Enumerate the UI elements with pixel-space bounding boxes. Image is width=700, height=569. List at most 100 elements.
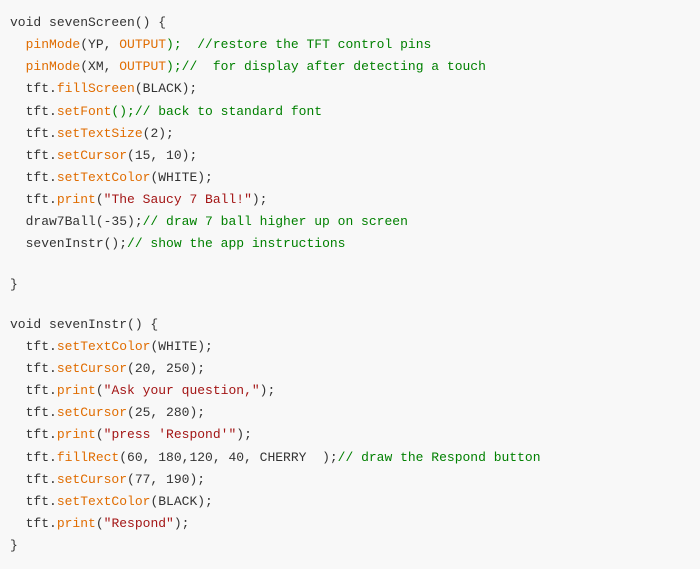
code-line: tft.print("Respond"); — [0, 513, 700, 535]
comment-token: // draw 7 ball higher up on screen — [143, 214, 408, 229]
code-line: tft.setCursor(77, 190); — [0, 469, 700, 491]
code-line: void sevenInstr() { — [0, 314, 700, 336]
plain-token: ); — [174, 516, 190, 531]
plain-token: } — [10, 538, 18, 553]
string-token: "Respond" — [104, 516, 174, 531]
plain-token: (60, 180,120, 40, CHERRY ); — [119, 450, 337, 465]
plain-token: tft. — [10, 405, 57, 420]
code-line: tft.setTextColor(WHITE); — [0, 336, 700, 358]
fn-name-token: sevenScreen — [49, 15, 135, 30]
method-token: setCursor — [57, 361, 127, 376]
plain-token: (77, 190); — [127, 472, 205, 487]
plain-token: tft. — [10, 516, 57, 531]
method-token: setTextSize — [57, 126, 143, 141]
method-token: print — [57, 516, 96, 531]
blank-line — [0, 296, 700, 314]
method-token: setCursor — [57, 405, 127, 420]
plain-token: (WHITE); — [150, 339, 212, 354]
plain-token — [10, 37, 26, 52]
plain-token: tft. — [10, 427, 57, 442]
plain-token: tft. — [10, 192, 57, 207]
method-token: setFont — [57, 104, 112, 119]
method-token: setCursor — [57, 148, 127, 163]
plain-token: tft. — [10, 148, 57, 163]
method-token: fillRect — [57, 450, 119, 465]
plain-token: draw7Ball(-35); — [10, 214, 143, 229]
method-token: fillScreen — [57, 81, 135, 96]
code-line: tft.setCursor(20, 250); — [0, 358, 700, 380]
plain-token: tft. — [10, 170, 57, 185]
blank-line — [0, 256, 700, 274]
code-line: pinMode(YP, OUTPUT); //restore the TFT c… — [0, 34, 700, 56]
plain-token: tft. — [10, 361, 57, 376]
code-line: tft.print("The Saucy 7 Ball!"); — [0, 189, 700, 211]
plain-token: () { — [135, 15, 166, 30]
kw-token: void — [10, 15, 49, 30]
plain-token: tft. — [10, 450, 57, 465]
method-token: setTextColor — [57, 339, 151, 354]
comment-token: // draw the Respond button — [338, 450, 541, 465]
plain-token: tft. — [10, 339, 57, 354]
code-line: tft.setTextSize(2); — [0, 123, 700, 145]
code-line: tft.fillRect(60, 180,120, 40, CHERRY );/… — [0, 447, 700, 469]
method-token: pinMode — [26, 37, 81, 52]
kw-token: void — [10, 317, 49, 332]
code-line: void sevenScreen() { — [0, 12, 700, 34]
string-token: "The Saucy 7 Ball!" — [104, 192, 252, 207]
comment-token: ); //restore the TFT control pins — [166, 37, 431, 52]
plain-token: (25, 280); — [127, 405, 205, 420]
plain-token: ); — [236, 427, 252, 442]
fn-name-token: sevenInstr — [49, 317, 127, 332]
plain-token: ( — [96, 427, 104, 442]
code-line: } — [0, 274, 700, 296]
code-block: void sevenScreen() { pinMode(YP, OUTPUT)… — [0, 10, 700, 559]
method-token: setTextColor — [57, 494, 151, 509]
plain-token: (2); — [143, 126, 174, 141]
comment-token: );// for display after detecting a touch — [166, 59, 486, 74]
code-editor: void sevenScreen() { pinMode(YP, OUTPUT)… — [0, 0, 700, 569]
comment-token: // show the app instructions — [127, 236, 345, 251]
plain-token: ); — [260, 383, 276, 398]
plain-token: tft. — [10, 104, 57, 119]
code-line: tft.setTextColor(BLACK); — [0, 491, 700, 513]
method-token: print — [57, 192, 96, 207]
method-token: setCursor — [57, 472, 127, 487]
code-line: draw7Ball(-35);// draw 7 ball higher up … — [0, 211, 700, 233]
plain-token: ); — [252, 192, 268, 207]
plain-token: (XM, — [80, 59, 119, 74]
method-token: print — [57, 383, 96, 398]
code-line: tft.setCursor(25, 280); — [0, 402, 700, 424]
code-line: tft.fillScreen(BLACK); — [0, 78, 700, 100]
plain-token: (BLACK); — [150, 494, 212, 509]
string-token: "press 'Respond'" — [104, 427, 237, 442]
method-token: pinMode — [26, 59, 81, 74]
plain-token: ( — [96, 192, 104, 207]
plain-token: (BLACK); — [135, 81, 197, 96]
plain-token: (WHITE); — [150, 170, 212, 185]
param-token: OUTPUT — [119, 37, 166, 52]
plain-token: tft. — [10, 126, 57, 141]
plain-token: ( — [96, 383, 104, 398]
string-token: "Ask your question," — [104, 383, 260, 398]
code-line: } — [0, 535, 700, 557]
plain-token: tft. — [10, 472, 57, 487]
plain-token — [10, 59, 26, 74]
code-line: tft.print("Ask your question,"); — [0, 380, 700, 402]
param-token: OUTPUT — [119, 59, 166, 74]
code-line: tft.setCursor(15, 10); — [0, 145, 700, 167]
method-token: print — [57, 427, 96, 442]
method-token: setTextColor — [57, 170, 151, 185]
plain-token: () { — [127, 317, 158, 332]
code-line: pinMode(XM, OUTPUT);// for display after… — [0, 56, 700, 78]
code-line: tft.print("press 'Respond'"); — [0, 424, 700, 446]
plain-token: (15, 10); — [127, 148, 197, 163]
plain-token: tft. — [10, 383, 57, 398]
plain-token: (YP, — [80, 37, 119, 52]
plain-token: tft. — [10, 494, 57, 509]
code-line: tft.setTextColor(WHITE); — [0, 167, 700, 189]
code-line: sevenInstr();// show the app instruction… — [0, 233, 700, 255]
comment-token: ();// back to standard font — [111, 104, 322, 119]
code-line: tft.setFont();// back to standard font — [0, 101, 700, 123]
plain-token: } — [10, 277, 18, 292]
plain-token: sevenInstr(); — [10, 236, 127, 251]
